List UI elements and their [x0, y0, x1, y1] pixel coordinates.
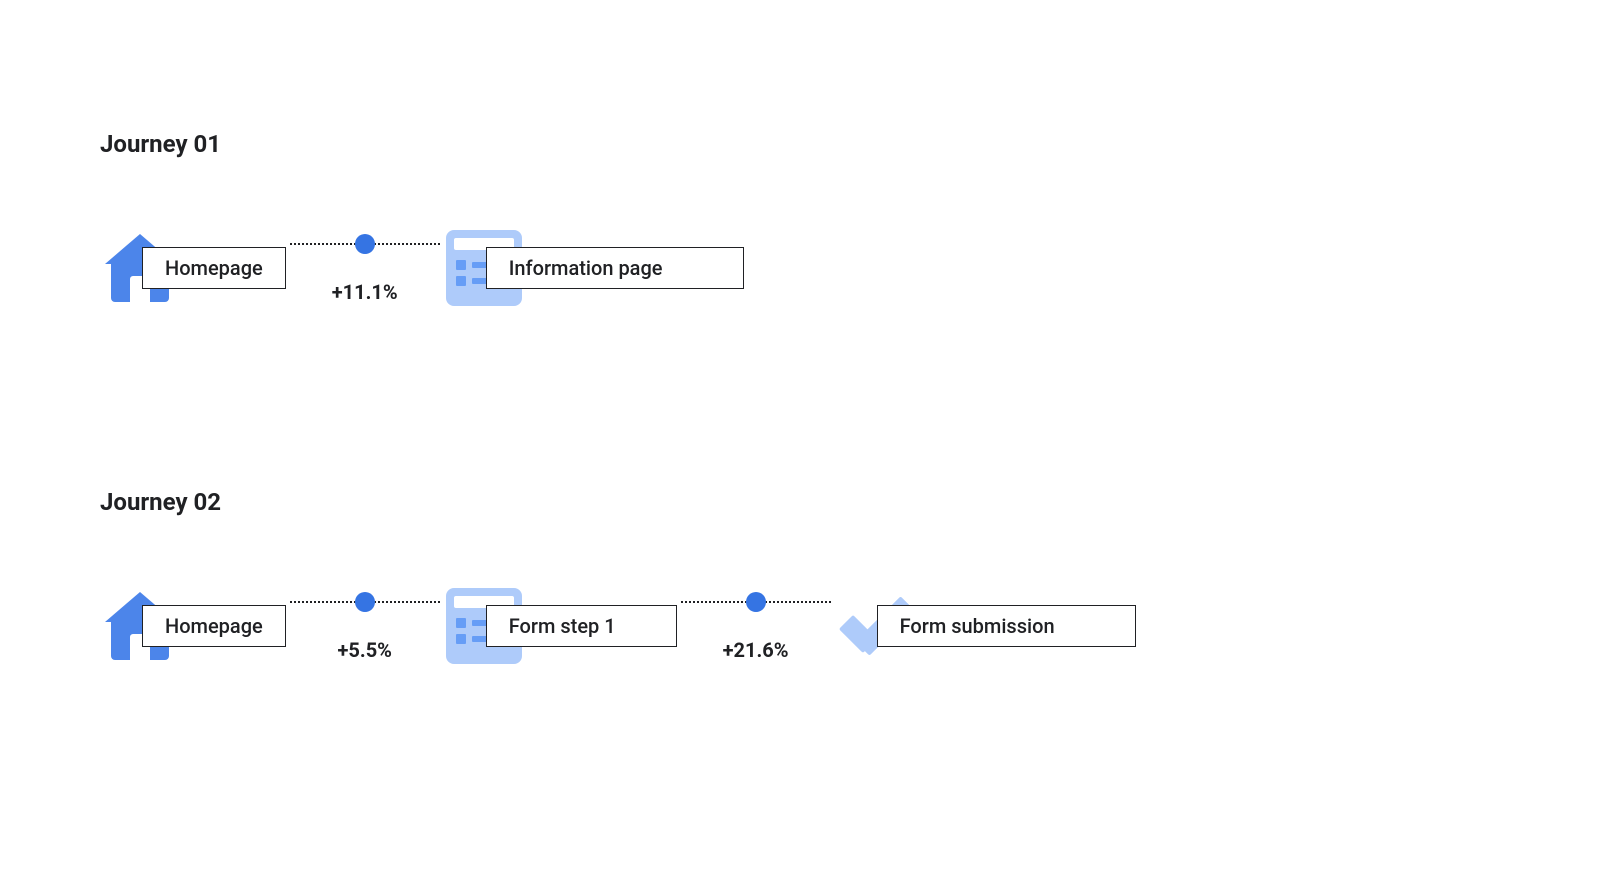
connector: +5.5% [290, 601, 440, 651]
connector-pct: +21.6% [723, 638, 789, 662]
step-homepage: Homepage [100, 228, 286, 308]
journey-01: Journey 01 Homepage +11.1% Information p… [100, 130, 1501, 308]
step-label: Form step 1 [486, 605, 677, 647]
connector-dot [746, 592, 766, 612]
step-label: Homepage [142, 605, 286, 647]
step-label: Homepage [142, 247, 286, 289]
journey-flow: Homepage +5.5% Form step 1 +21.6% Form s… [100, 586, 1501, 666]
connector-dot [355, 592, 375, 612]
journey-02: Journey 02 Homepage +5.5% Form step 1 +2… [100, 488, 1501, 666]
step-label: Form submission [877, 605, 1136, 647]
connector-dot [355, 234, 375, 254]
journey-flow: Homepage +11.1% Information page [100, 228, 1501, 308]
step-label: Information page [486, 247, 744, 289]
connector-pct: +5.5% [338, 638, 392, 662]
step-form-submission: Form submission [835, 586, 1136, 666]
step-information-page: Information page [444, 228, 744, 308]
step-homepage: Homepage [100, 586, 286, 666]
dotted-line [290, 601, 440, 603]
journey-title: Journey 01 [100, 130, 1501, 158]
journey-title: Journey 02 [100, 488, 1501, 516]
step-form-step-1: Form step 1 [444, 586, 677, 666]
connector: +21.6% [681, 601, 831, 651]
dotted-line [290, 243, 440, 245]
connector: +11.1% [290, 243, 440, 293]
connector-pct: +11.1% [332, 280, 398, 304]
dotted-line [681, 601, 831, 603]
